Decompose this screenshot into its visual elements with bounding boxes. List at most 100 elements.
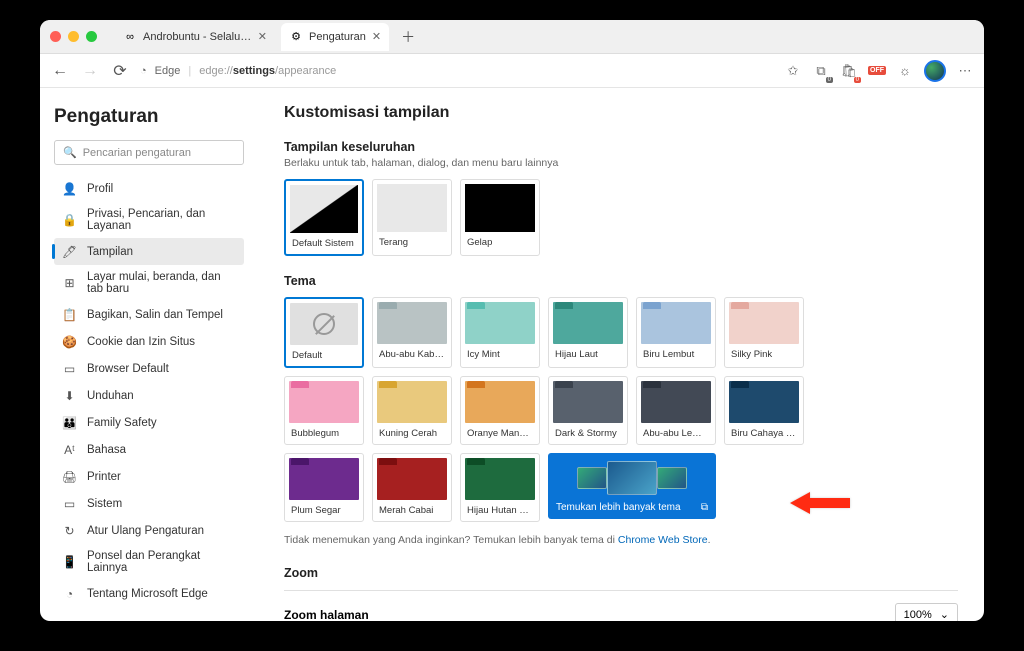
theme-bubblegum[interactable]: Bubblegum [284, 376, 364, 445]
sidebar-icon: Aᵗ [62, 442, 77, 457]
sidebar-item-label: Sistem [87, 498, 122, 510]
sidebar-title: Pengaturan [54, 106, 244, 128]
section-desc: Berlaku untuk tab, halaman, dialog, dan … [284, 157, 958, 169]
sidebar-item-bagikan-salin-dan-tempel[interactable]: 📋Bagikan, Salin dan Tempel [54, 301, 244, 328]
theme-label: Abu-abu Lembut [637, 425, 715, 444]
new-tab-button[interactable]: ＋ [395, 27, 421, 47]
more-icon[interactable]: ⋯ [956, 62, 974, 80]
sidebar-item-label: Layar mulai, beranda, dan tab baru [87, 271, 236, 295]
sidebar-item-label: Cookie dan Izin Situs [87, 336, 195, 348]
minimize-window[interactable] [68, 31, 79, 42]
shopping-icon[interactable]: 🛍0 [840, 62, 858, 80]
section-overall-look: Tampilan keseluruhan [284, 140, 958, 154]
sidebar-icon: ▭ [62, 496, 77, 511]
sidebar-item-unduhan[interactable]: ⬇Unduhan [54, 382, 244, 409]
sidebar-item-label: Unduhan [87, 390, 134, 402]
close-window[interactable] [50, 31, 61, 42]
look-preview [377, 184, 447, 232]
section-zoom: Zoom [284, 566, 958, 580]
look-option-default-sistem[interactable]: Default Sistem [284, 179, 364, 256]
sidebar-icon: ▭ [62, 361, 77, 376]
sidebar-icon: ⊞ [62, 276, 77, 291]
addr-prefix: Edge [155, 65, 181, 77]
theme-label: Biru Lembut [637, 346, 715, 365]
theme-label: Merah Cabai [373, 502, 451, 521]
sidebar-item-label: Tampilan [87, 246, 133, 258]
sidebar-item-tentang-microsoft-edge[interactable]: ◔Tentang Microsoft Edge [54, 580, 244, 607]
look-label: Default Sistem [286, 233, 362, 254]
sidebar-icon: 🖨 [62, 469, 77, 484]
theme-icy-mint[interactable]: Icy Mint [460, 297, 540, 368]
titlebar: ∞ Androbuntu - Selalu Tahu Tekn... ✕ ⚙ P… [40, 20, 984, 54]
sidebar-item-ponsel-dan-perangkat-lainnya[interactable]: 📱 Ponsel dan Perangkat Lainnya [54, 544, 244, 580]
sidebar-icon: 🖊 [62, 244, 77, 259]
chrome-web-store-link[interactable]: Chrome Web Store [618, 534, 708, 546]
discover-label: Temukan lebih banyak tema [556, 502, 681, 513]
maximize-window[interactable] [86, 31, 97, 42]
sidebar-item-cookie-dan-izin-situs[interactable]: 🍪Cookie dan Izin Situs [54, 328, 244, 355]
theme-label: Biru Cahaya Bulan [725, 425, 803, 444]
theme-label: Abu-abu Kabut P... [373, 346, 451, 365]
sidebar-item-tampilan[interactable]: 🖊 Tampilan [54, 238, 244, 265]
discover-more-themes[interactable]: Temukan lebih banyak tema ⧉ [548, 453, 716, 519]
theme-default[interactable]: Default [284, 297, 364, 368]
theme-plum-segar[interactable]: Plum Segar [284, 453, 364, 522]
tab-androbuntu[interactable]: ∞ Androbuntu - Selalu Tahu Tekn... ✕ [115, 23, 275, 51]
theme-silky-pink[interactable]: Silky Pink [724, 297, 804, 368]
sidebar-icon: 📱 [62, 555, 77, 570]
sidebar-item-atur-ulang-pengaturan[interactable]: ↻Atur Ulang Pengaturan [54, 517, 244, 544]
external-icon: ⧉ [701, 502, 708, 513]
theme-dark-stormy[interactable]: Dark & Stormy [548, 376, 628, 445]
coupons-icon[interactable]: OFF [868, 62, 886, 80]
sidebar-item-family-safety[interactable]: 👪Family Safety [54, 409, 244, 436]
address-bar[interactable]: ◔ Edge | edge://settings/appearance [140, 65, 774, 77]
reload-button[interactable]: ⟳ [110, 61, 130, 81]
back-button[interactable]: ← [50, 61, 70, 81]
discover-thumbs [548, 459, 716, 497]
sidebar-item-sistem[interactable]: ▭ Sistem [54, 490, 244, 517]
sidebar-item-label: Bahasa [87, 444, 126, 456]
sidebar-item-printer[interactable]: 🖨Printer [54, 463, 244, 490]
edge-icon: ◔ [140, 65, 147, 77]
search-input[interactable]: 🔍 Pencarian pengaturan [54, 140, 244, 165]
theme-biru-lembut[interactable]: Biru Lembut [636, 297, 716, 368]
theme-abu-abu-kabut-p-[interactable]: Abu-abu Kabut P... [372, 297, 452, 368]
main-panel: Kustomisasi tampilan Tampilan keseluruha… [258, 88, 984, 621]
sidebar-item-layar-mulai-beranda-dan-tab-baru[interactable]: ⊞ Layar mulai, beranda, dan tab baru [54, 265, 244, 301]
sidebar-item-bahasa[interactable]: Aᵗ Bahasa [54, 436, 244, 463]
theme-hijau-laut[interactable]: Hijau Laut [548, 297, 628, 368]
look-preview [465, 184, 535, 232]
close-icon[interactable]: ✕ [258, 30, 267, 43]
sidebar-item-privasi-pencarian-dan-layanan[interactable]: 🔒Privasi, Pencarian, dan Layanan [54, 202, 244, 238]
sidebar-item-profil[interactable]: 👤Profil [54, 175, 244, 202]
theme-oranye-mangga[interactable]: Oranye Mangga [460, 376, 540, 445]
theme-biru-cahaya-bulan[interactable]: Biru Cahaya Bulan [724, 376, 804, 445]
theme-label: Icy Mint [461, 346, 539, 365]
theme-hijau-hutan-mistis[interactable]: Hijau Hutan Mistis [460, 453, 540, 522]
sidebar-icon: 👤 [62, 181, 77, 196]
sidebar-item-browser-default[interactable]: ▭Browser Default [54, 355, 244, 382]
theme-label: Silky Pink [725, 346, 803, 365]
theme-kuning-cerah[interactable]: Kuning Cerah [372, 376, 452, 445]
sidebar-icon: 🔒 [62, 213, 77, 228]
toolbar: ← → ⟳ ◔ Edge | edge://settings/appearanc… [40, 54, 984, 88]
url-text: edge://settings/appearance [199, 65, 336, 77]
settings-icon[interactable]: ☼ [896, 62, 914, 80]
favorites-icon[interactable]: ✩ [784, 62, 802, 80]
look-option-terang[interactable]: Terang [372, 179, 452, 256]
sidebar-icon: 📋 [62, 307, 77, 322]
theme-abu-abu-lembut[interactable]: Abu-abu Lembut [636, 376, 716, 445]
search-icon: 🔍 [63, 146, 77, 159]
zoom-select[interactable]: 100% ⌄ [895, 603, 958, 621]
tab-settings[interactable]: ⚙ Pengaturan ✕ [281, 23, 389, 51]
look-option-gelap[interactable]: Gelap [460, 179, 540, 256]
forward-button[interactable]: → [80, 61, 100, 81]
sidebar-icon: 👪 [62, 415, 77, 430]
profile-avatar[interactable] [924, 60, 946, 82]
theme-merah-cabai[interactable]: Merah Cabai [372, 453, 452, 522]
collections-icon[interactable]: ⧉0 [812, 62, 830, 80]
look-label: Gelap [461, 232, 539, 253]
sidebar-item-label: Ponsel dan Perangkat Lainnya [87, 550, 236, 574]
page-title: Kustomisasi tampilan [284, 104, 958, 122]
close-icon[interactable]: ✕ [372, 30, 381, 43]
